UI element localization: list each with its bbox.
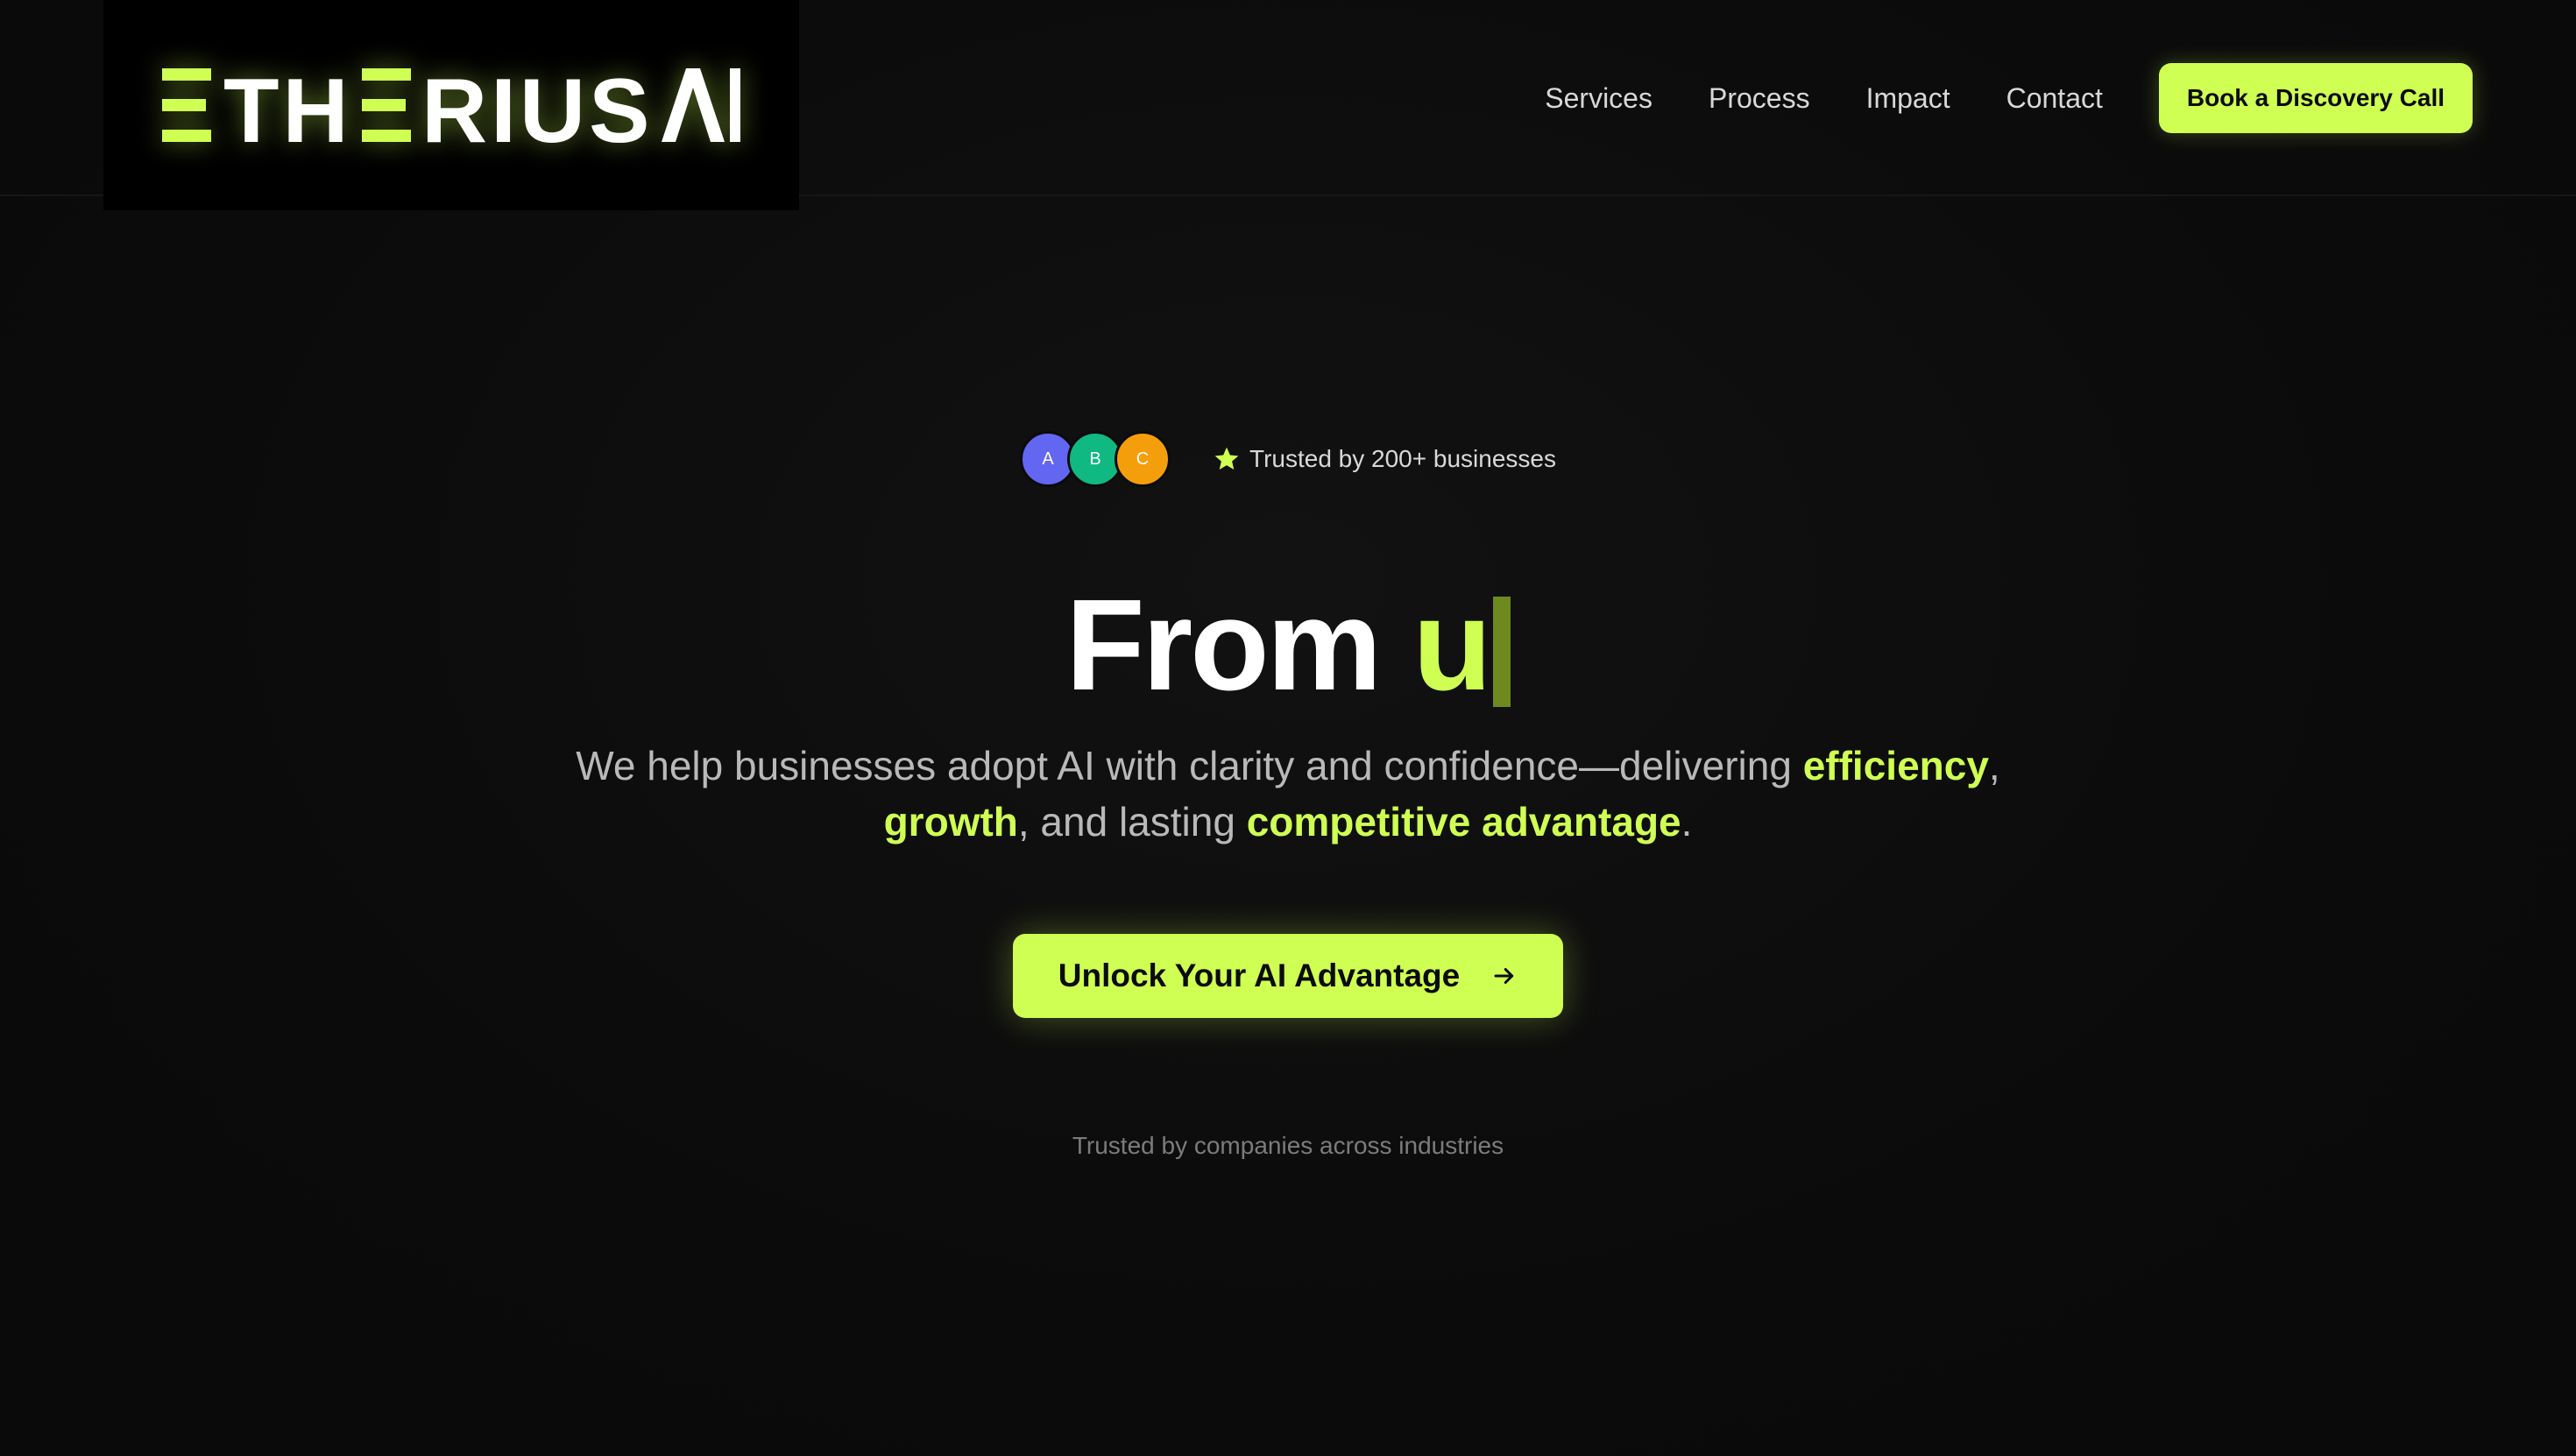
subhead-text: We help businesses adopt AI with clarity… (576, 743, 1803, 788)
nav-link-impact[interactable]: Impact (1866, 82, 1950, 115)
nav-link-contact[interactable]: Contact (2006, 82, 2103, 115)
svg-text:RIUS: RIUS (421, 61, 653, 149)
headline-typed: u (1412, 573, 1491, 717)
logo[interactable]: TH RIUS (103, 0, 799, 210)
avatar-group: A B C (1020, 431, 1171, 487)
highlight-competitive-advantage: competitive advantage (1246, 799, 1681, 845)
book-discovery-call-button[interactable]: Book a Discovery Call (2158, 63, 2473, 133)
star-icon (1214, 447, 1239, 470)
cta-label: Unlock Your AI Advantage (1058, 958, 1461, 993)
nav-link-process[interactable]: Process (1709, 82, 1810, 115)
subhead-text: , (1988, 743, 2000, 788)
trust-label: Trusted by 200+ businesses (1249, 445, 1556, 472)
unlock-ai-advantage-button[interactable]: Unlock Your AI Advantage (1013, 934, 1563, 1018)
arrow-right-icon (1494, 968, 1514, 984)
typing-cursor (1492, 597, 1511, 707)
svg-text:TH: TH (223, 61, 352, 149)
main-nav: Services Process Impact Contact Book a D… (1545, 63, 2473, 133)
avatar: C (1115, 431, 1171, 487)
highlight-efficiency: efficiency (1802, 743, 1989, 788)
trust-badge: A B C Trusted by 200+ businesses (0, 431, 2576, 487)
highlight-growth: growth (883, 799, 1018, 845)
trusted-companies-note: Trusted by companies across industries (1072, 1132, 1504, 1159)
headline-static: From (1065, 573, 1413, 717)
hero-subheadline: We help businesses adopt AI with clarity… (491, 738, 2085, 850)
page: TH RIUS Services Process Impact Contact … (0, 0, 2576, 1456)
site-header: TH RIUS Services Process Impact Contact … (0, 0, 2576, 210)
trust-text: Trusted by 200+ businesses (1213, 445, 1556, 473)
nav-link-services[interactable]: Services (1545, 82, 1652, 115)
subhead-text: . (1681, 799, 1693, 845)
hero-headline: From u (0, 571, 2576, 720)
logo-wordmark: TH RIUS (162, 61, 740, 149)
subhead-text: , and lasting (1017, 799, 1247, 845)
